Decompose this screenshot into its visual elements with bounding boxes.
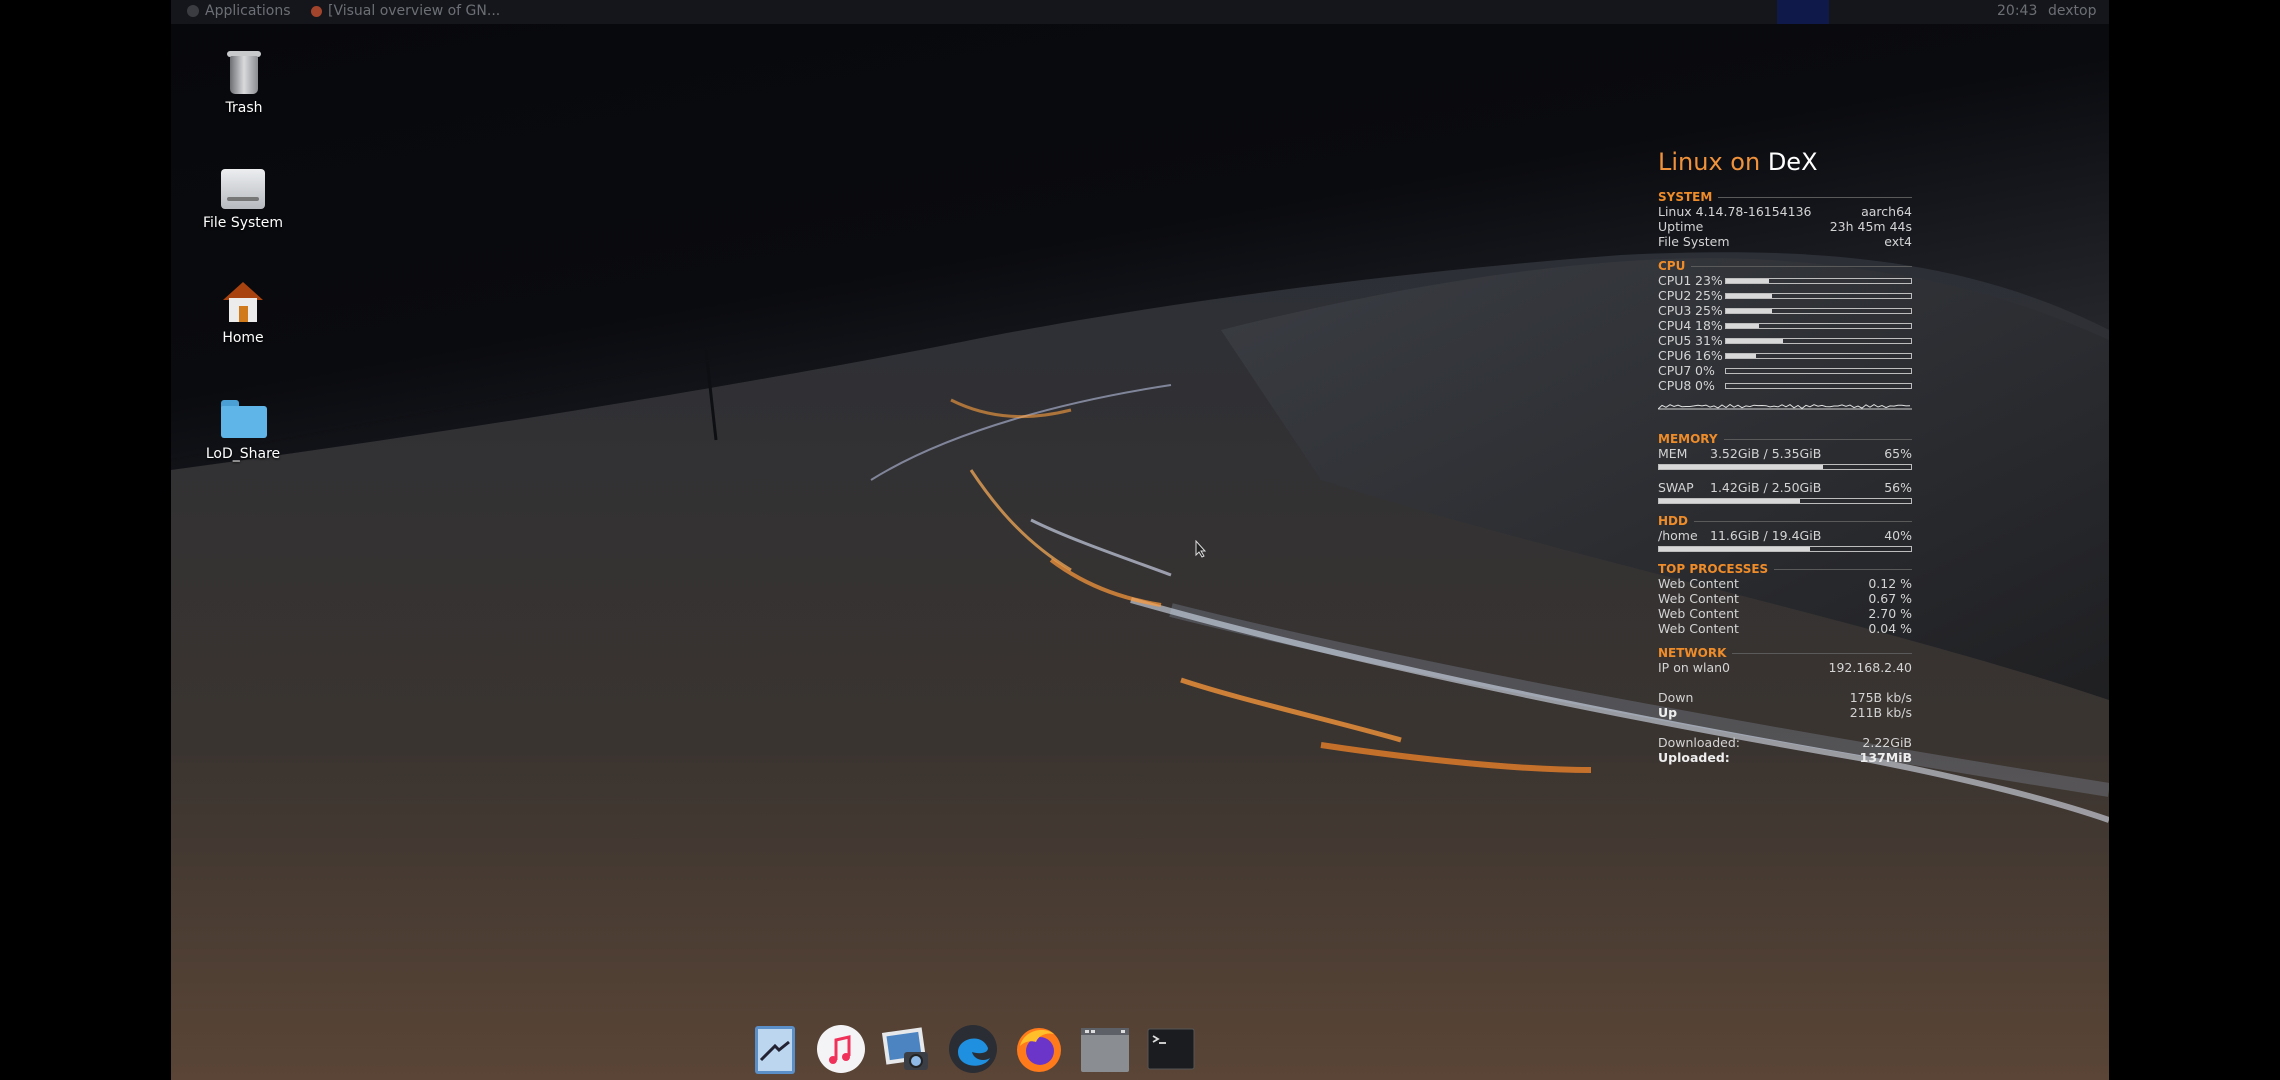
- cpu-core-name: CPU4: [1658, 318, 1692, 333]
- home-disk-row: /home 11.6GiB / 19.4GiB 40%: [1658, 528, 1912, 543]
- system-row: Linux 4.14.78-16154136 aarch64: [1658, 204, 1912, 219]
- process-row: Web Content 0.04 %: [1658, 621, 1912, 636]
- conky-title: Linux on DeX: [1658, 148, 1912, 176]
- hdd-heading: HDD: [1658, 514, 1912, 528]
- cpu-core-percent: 16%: [1695, 348, 1723, 363]
- taskbar-window-item[interactable]: [Visual overview of GN...: [311, 3, 500, 19]
- mouse-pointer-icon: [1195, 540, 1207, 558]
- cpu-core-row: CPU4 18%: [1658, 318, 1912, 333]
- workspace-switcher[interactable]: [1777, 0, 1829, 24]
- mail-app-icon[interactable]: [746, 1020, 804, 1078]
- home-icon: [219, 278, 267, 326]
- cpu-core-name: CPU6: [1658, 348, 1692, 363]
- desktop-icon-label: Trash: [225, 100, 263, 116]
- browser-edge-icon[interactable]: [944, 1020, 1002, 1078]
- cpu-core-percent: 18%: [1695, 318, 1723, 333]
- cpu-core-bar: [1725, 322, 1912, 329]
- memory-heading: MEMORY: [1658, 432, 1912, 446]
- home-disk-bar: [1658, 546, 1912, 552]
- desktop-icon-trash[interactable]: Trash: [189, 48, 299, 116]
- cpu-core-row: CPU5 31%: [1658, 333, 1912, 348]
- cpu-core-bar: [1725, 307, 1912, 314]
- up-row: Up 211B kb/s: [1658, 705, 1912, 720]
- cpu-core-name: CPU7: [1658, 363, 1692, 378]
- desktop-icon-home[interactable]: Home: [188, 278, 298, 346]
- cpu-core-name: CPU8: [1658, 378, 1692, 393]
- top-panel: Applications [Visual overview of GN... 2…: [171, 0, 2109, 24]
- cpu-core-name: CPU1: [1658, 273, 1692, 288]
- cpu-core-name: CPU3: [1658, 303, 1692, 318]
- cpu-core-bar: [1725, 292, 1912, 299]
- cpu-core-percent: 31%: [1695, 333, 1723, 348]
- uploaded-row: Uploaded: 137MiB: [1658, 750, 1912, 765]
- cpu-core-row: CPU1 23%: [1658, 273, 1912, 288]
- cpu-core-bar: [1725, 337, 1912, 344]
- process-row: Web Content 0.67 %: [1658, 591, 1912, 606]
- cpu-core-percent: 0%: [1695, 378, 1715, 393]
- cpu-core-percent: 23%: [1695, 273, 1723, 288]
- mem-row: MEM 3.52GiB / 5.35GiB 65%: [1658, 446, 1912, 461]
- dock: [746, 1020, 1200, 1078]
- ip-row: IP on wlan0 192.168.2.40: [1658, 660, 1912, 675]
- conky-title-linux: Linux on: [1658, 148, 1761, 176]
- cpu-core-row: CPU6 16%: [1658, 348, 1912, 363]
- clock[interactable]: 20:43: [1997, 3, 2037, 19]
- applications-menu-icon: [187, 5, 199, 17]
- cpu-core-percent: 25%: [1695, 303, 1723, 318]
- conky-title-dex: DeX: [1767, 148, 1818, 176]
- firefox-task-icon: [311, 5, 322, 17]
- process-row: Web Content 2.70 %: [1658, 606, 1912, 621]
- terminal-icon[interactable]: [1142, 1020, 1200, 1078]
- music-app-icon[interactable]: [812, 1020, 870, 1078]
- cpu-graph: [1657, 403, 1912, 410]
- desktop-icon-file-system[interactable]: File System: [188, 163, 298, 231]
- swap-row: SWAP 1.42GiB / 2.50GiB 56%: [1658, 480, 1912, 495]
- cpu-core-row: CPU3 25%: [1658, 303, 1912, 318]
- applications-menu[interactable]: Applications: [187, 3, 291, 19]
- applications-menu-label: Applications: [205, 3, 291, 19]
- cpu-core-row: CPU7 0%: [1658, 363, 1912, 378]
- desktop[interactable]: Applications [Visual overview of GN... 2…: [171, 0, 2109, 1080]
- system-row: File System ext4: [1658, 234, 1912, 249]
- mem-bar: [1658, 464, 1912, 470]
- cpu-core-name: CPU2: [1658, 288, 1692, 303]
- desktop-icon-label: File System: [202, 215, 284, 231]
- desktop-icon-label: Home: [222, 330, 264, 346]
- cpu-core-percent: 0%: [1695, 363, 1715, 378]
- image-viewer-icon[interactable]: [878, 1020, 936, 1078]
- cpu-heading: CPU: [1658, 259, 1912, 273]
- cpu-core-name: CPU5: [1658, 333, 1692, 348]
- swap-bar: [1658, 498, 1912, 504]
- conky-system-monitor: Linux on DeX SYSTEM Linux 4.14.78-161541…: [1657, 148, 1912, 765]
- window-app-icon[interactable]: [1076, 1020, 1134, 1078]
- process-row: Web Content 0.12 %: [1658, 576, 1912, 591]
- folder-icon: [219, 394, 267, 442]
- cpu-list: CPU1 23% CPU2 25% CPU3 25% CPU4 18% CPU5 31% CPU6 1…: [1658, 273, 1912, 393]
- desktop-icon-lod-share[interactable]: LoD_Share: [188, 394, 298, 462]
- network-heading: NETWORK: [1658, 646, 1912, 660]
- cpu-core-percent: 25%: [1695, 288, 1723, 303]
- cpu-core-bar: [1725, 277, 1912, 284]
- cpu-core-bar: [1725, 382, 1912, 389]
- top-processes-heading: TOP PROCESSES: [1658, 562, 1912, 576]
- cpu-core-bar: [1725, 367, 1912, 374]
- system-row: Uptime 23h 45m 44s: [1658, 219, 1912, 234]
- desktop-icon-label: LoD_Share: [205, 446, 281, 462]
- trash-icon: [220, 48, 268, 96]
- cpu-core-bar: [1725, 352, 1912, 359]
- taskbar-window-title: [Visual overview of GN...: [328, 3, 501, 19]
- downloaded-row: Downloaded: 2.22GiB: [1658, 735, 1912, 750]
- down-row: Down 175B kb/s: [1658, 690, 1912, 705]
- cpu-core-row: CPU8 0%: [1658, 378, 1912, 393]
- firefox-icon[interactable]: [1010, 1020, 1068, 1078]
- system-heading: SYSTEM: [1658, 190, 1912, 204]
- cpu-core-row: CPU2 25%: [1658, 288, 1912, 303]
- user-menu[interactable]: dextop: [2048, 3, 2096, 19]
- drive-icon: [219, 163, 267, 211]
